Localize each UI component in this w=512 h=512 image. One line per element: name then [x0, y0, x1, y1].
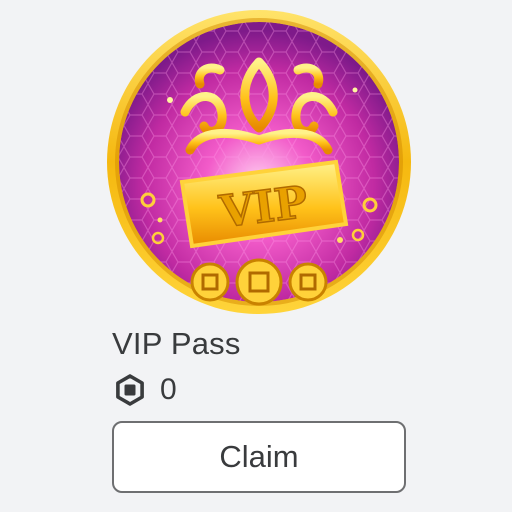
game-pass-card: VIP VIP Pass 0 Claim	[0, 0, 512, 512]
vip-pass-thumbnail[interactable]: VIP	[100, 10, 418, 314]
robux-icon	[116, 374, 144, 406]
item-name[interactable]: VIP Pass	[112, 326, 241, 362]
price-row: 0	[114, 370, 177, 410]
svg-text:VIP: VIP	[216, 177, 310, 238]
claim-button[interactable]: Claim	[112, 421, 406, 493]
price-value: 0	[160, 373, 177, 406]
vip-crown-badge-icon: VIP	[107, 10, 411, 314]
